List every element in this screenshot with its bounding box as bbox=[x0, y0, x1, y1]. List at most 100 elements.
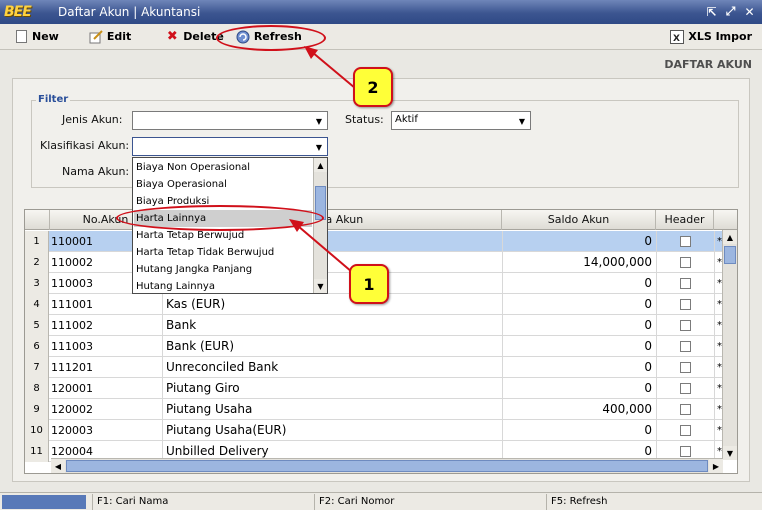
cell-nama-akun: Piutang Usaha bbox=[162, 399, 502, 420]
cell-saldo-akun: 400,000 bbox=[502, 399, 656, 420]
table-row[interactable]: 9 120002 Piutang Usaha 400,000 * bbox=[25, 399, 723, 420]
status-value: Aktif bbox=[395, 114, 418, 125]
table-row[interactable]: 5 111002 Bank 0 * bbox=[25, 315, 723, 336]
table-row[interactable]: 6 111003 Bank (EUR) 0 * bbox=[25, 336, 723, 357]
row-number: 6 bbox=[25, 336, 49, 357]
scroll-up-icon[interactable]: ▲ bbox=[723, 230, 737, 244]
xls-import-label: XLS Impor bbox=[688, 30, 752, 43]
dropdown-option[interactable]: Harta Tetap Tidak Berwujud bbox=[134, 244, 312, 261]
status-f5: F5: Refresh bbox=[546, 494, 760, 510]
edit-pencil-icon bbox=[89, 29, 103, 44]
app-logo: BEE bbox=[4, 3, 54, 21]
cell-saldo-akun: 0 bbox=[502, 420, 656, 441]
vertical-scrollbar[interactable]: ▲ ▼ bbox=[722, 230, 737, 460]
status-label: Status: bbox=[345, 113, 384, 126]
row-number: 5 bbox=[25, 315, 49, 336]
dropdown-option[interactable]: Hutang Jangka Panjang bbox=[134, 261, 312, 278]
header-checkbox[interactable] bbox=[680, 446, 691, 457]
vertical-scroll-thumb[interactable] bbox=[724, 246, 736, 264]
callout-1: 1 bbox=[349, 264, 389, 304]
cell-header bbox=[656, 252, 714, 273]
page-title: DAFTAR AKUN bbox=[664, 58, 752, 71]
status-bar: F1: Cari Nama F2: Cari Nomor F5: Refresh bbox=[0, 492, 762, 510]
xls-import-button[interactable]: X XLS Impor bbox=[664, 26, 758, 48]
cell-saldo-akun: 0 bbox=[502, 378, 656, 399]
horizontal-scroll-thumb[interactable] bbox=[66, 460, 708, 472]
cell-no-akun: 120003 bbox=[51, 424, 93, 437]
header-header[interactable]: Header bbox=[656, 210, 714, 230]
status-f2: F2: Cari Nomor bbox=[314, 494, 546, 510]
cell-saldo-akun: 0 bbox=[502, 336, 656, 357]
new-button[interactable]: New bbox=[8, 26, 65, 48]
cell-header bbox=[656, 399, 714, 420]
row-number: 9 bbox=[25, 399, 49, 420]
window-controls: ⇱ ⤢ ✕ bbox=[703, 3, 758, 20]
scroll-down-icon[interactable]: ▼ bbox=[314, 279, 327, 293]
cell-no-akun: 110001 bbox=[51, 235, 93, 248]
cell-nama-akun: Bank (EUR) bbox=[162, 336, 502, 357]
maximize-icon[interactable]: ⤢ bbox=[722, 3, 739, 20]
table-row[interactable]: 10 120003 Piutang Usaha(EUR) 0 * bbox=[25, 420, 723, 441]
jenis-akun-select[interactable]: ▼ bbox=[132, 111, 328, 130]
status-select[interactable]: Aktif ▼ bbox=[391, 111, 531, 130]
window-title: Daftar Akun | Akuntansi bbox=[58, 5, 201, 19]
table-row[interactable]: 1 110001 0 * bbox=[25, 231, 723, 252]
jenis-akun-label: Jenis Akun: bbox=[62, 113, 123, 126]
cell-saldo-akun: 14,000,000 bbox=[502, 252, 656, 273]
status-progress-area bbox=[2, 495, 86, 509]
edit-label: Edit bbox=[106, 30, 132, 43]
cell-nama-akun: Bank bbox=[162, 315, 502, 336]
cell-nama-akun: Unreconciled Bank bbox=[162, 357, 502, 378]
header-checkbox[interactable] bbox=[680, 341, 691, 352]
header-checkbox[interactable] bbox=[680, 236, 691, 247]
cell-no-akun: 110002 bbox=[51, 256, 93, 269]
header-checkbox[interactable] bbox=[680, 257, 691, 268]
klasifikasi-akun-select[interactable]: ▼ bbox=[132, 137, 328, 156]
cell-header bbox=[656, 357, 714, 378]
row-number: 4 bbox=[25, 294, 49, 315]
window-titlebar: BEE Daftar Akun | Akuntansi ⇱ ⤢ ✕ bbox=[0, 0, 762, 24]
cell-no-akun: 110003 bbox=[51, 277, 93, 290]
status-f1: F1: Cari Nama bbox=[92, 494, 314, 510]
scroll-down-icon[interactable]: ▼ bbox=[723, 446, 737, 460]
filter-title: Filter bbox=[36, 94, 71, 105]
scroll-left-icon[interactable]: ◀ bbox=[51, 459, 65, 473]
cell-saldo-akun: 0 bbox=[502, 357, 656, 378]
dropdown-option[interactable]: Hutang Lainnya bbox=[134, 278, 312, 295]
header-checkbox[interactable] bbox=[680, 425, 691, 436]
cell-header bbox=[656, 336, 714, 357]
header-extra bbox=[714, 210, 737, 230]
header-checkbox[interactable] bbox=[680, 404, 691, 415]
callout-2: 2 bbox=[353, 67, 393, 107]
scroll-up-icon[interactable]: ▲ bbox=[314, 158, 327, 172]
cell-saldo-akun: 0 bbox=[502, 273, 656, 294]
row-number: 2 bbox=[25, 252, 49, 273]
chevron-down-icon: ▼ bbox=[315, 116, 323, 126]
cell-saldo-akun: 0 bbox=[502, 294, 656, 315]
new-label: New bbox=[32, 30, 59, 43]
header-saldo-akun[interactable]: Saldo Akun bbox=[502, 210, 656, 230]
cell-nama-akun: Piutang Usaha(EUR) bbox=[162, 420, 502, 441]
header-checkbox[interactable] bbox=[680, 278, 691, 289]
dropdown-option[interactable]: Biaya Non Operasional bbox=[134, 159, 312, 176]
header-checkbox[interactable] bbox=[680, 299, 691, 310]
header-rownum bbox=[25, 210, 50, 230]
svg-text:X: X bbox=[673, 34, 680, 44]
cell-nama-akun: Kas (EUR) bbox=[162, 294, 502, 315]
nama-akun-label: Nama Akun: bbox=[62, 165, 130, 178]
row-number: 3 bbox=[25, 273, 49, 294]
header-checkbox[interactable] bbox=[680, 362, 691, 373]
scroll-right-icon[interactable]: ▶ bbox=[709, 459, 723, 473]
header-checkbox[interactable] bbox=[680, 320, 691, 331]
table-row[interactable]: 7 111201 Unreconciled Bank 0 * bbox=[25, 357, 723, 378]
horizontal-scrollbar[interactable]: ◀ ▶ bbox=[51, 458, 723, 473]
cell-nama-akun: Piutang Giro bbox=[162, 378, 502, 399]
table-row[interactable]: 8 120001 Piutang Giro 0 * bbox=[25, 378, 723, 399]
close-icon[interactable]: ✕ bbox=[741, 3, 758, 20]
restore-icon[interactable]: ⇱ bbox=[703, 3, 720, 20]
chevron-down-icon: ▼ bbox=[315, 142, 323, 152]
header-checkbox[interactable] bbox=[680, 383, 691, 394]
dropdown-scrollbar[interactable]: ▲ ▼ bbox=[313, 158, 327, 293]
edit-button[interactable]: Edit bbox=[83, 26, 137, 48]
dropdown-option[interactable]: Biaya Operasional bbox=[134, 176, 312, 193]
